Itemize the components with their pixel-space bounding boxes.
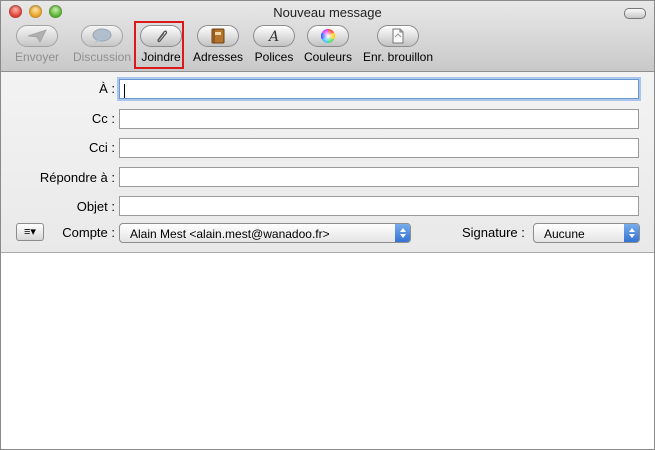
popup-arrows-icon (624, 224, 639, 242)
discussion-button[interactable]: Discussion (69, 25, 135, 71)
save-draft-button[interactable]: Enr. brouillon (361, 25, 435, 71)
title-bar: Nouveau message Envoyer Discussion Joind… (1, 1, 654, 72)
message-body[interactable] (1, 253, 654, 449)
reply-to-field[interactable] (119, 167, 639, 187)
bcc-label: Cci : (89, 140, 115, 155)
save-draft-label: Enr. brouillon (362, 50, 434, 64)
discussion-label: Discussion (72, 50, 132, 64)
window-title: Nouveau message (273, 5, 382, 20)
compose-window: Nouveau message Envoyer Discussion Joind… (0, 0, 655, 450)
toolbar-toggle-button[interactable] (624, 8, 646, 19)
account-label: Compte : (62, 225, 115, 240)
signature-popup[interactable]: Aucune (533, 223, 640, 243)
address-book-icon (197, 25, 239, 47)
send-button[interactable]: Envoyer (14, 25, 60, 71)
fonts-button[interactable]: A Polices (252, 25, 296, 71)
signature-value: Aucune (544, 227, 585, 241)
addresses-button[interactable]: Adresses (191, 25, 245, 71)
signature-label: Signature : (462, 225, 525, 240)
chat-icon (81, 25, 123, 47)
subject-label: Objet : (76, 199, 115, 214)
account-popup[interactable]: Alain Mest <alain.mest@wanadoo.fr> (119, 223, 411, 243)
send-label: Envoyer (14, 50, 60, 64)
colors-button[interactable]: Couleurs (303, 25, 353, 71)
save-draft-icon (377, 25, 419, 47)
text-caret (124, 83, 125, 98)
fonts-icon: A (253, 25, 295, 47)
colors-label: Couleurs (303, 50, 353, 64)
addresses-label: Adresses (192, 50, 244, 64)
bcc-field[interactable] (119, 138, 639, 158)
message-headers: À : Cc : Cci : Répondre à : Objet : ≡▾ C… (1, 72, 654, 253)
subject-field[interactable] (119, 196, 639, 216)
send-icon (16, 25, 58, 47)
fonts-label: Polices (254, 50, 294, 64)
color-wheel-icon (307, 25, 349, 47)
cc-field[interactable] (119, 109, 639, 129)
svg-text:A: A (267, 29, 279, 44)
reply-to-label: Répondre à : (39, 170, 115, 185)
to-label: À : (99, 81, 115, 96)
attach-button-highlight (134, 21, 184, 69)
account-value: Alain Mest <alain.mest@wanadoo.fr> (130, 227, 330, 241)
to-field[interactable] (119, 79, 639, 99)
cc-label: Cc : (91, 111, 115, 126)
popup-arrows-icon (395, 224, 410, 242)
